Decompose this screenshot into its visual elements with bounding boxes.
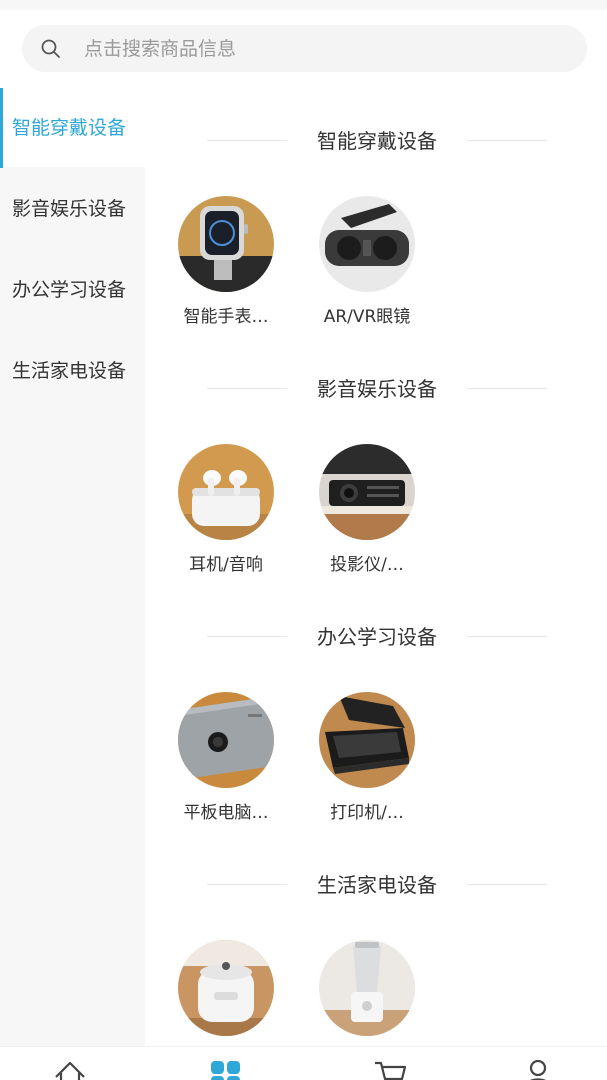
sidebar-item-label: 办公学习设备 — [12, 279, 127, 301]
sidebar-item-label: 智能穿戴设备 — [12, 117, 127, 139]
divider — [467, 388, 547, 389]
sidebar-item-wearables[interactable]: 智能穿戴设备 — [0, 86, 145, 168]
search-box[interactable] — [22, 25, 587, 72]
section-title: 智能穿戴设备 — [317, 129, 437, 153]
product-tile-tablet[interactable]: 平板电脑… — [166, 692, 286, 823]
tab-cart[interactable] — [372, 1055, 412, 1080]
divider — [467, 884, 547, 885]
search-bar — [0, 10, 607, 86]
scanner-image — [319, 692, 415, 788]
divider — [207, 884, 287, 885]
section-header: 影音娱乐设备 — [145, 368, 607, 408]
product-label: 智能手表… — [183, 307, 269, 327]
product-tile-blender[interactable] — [307, 940, 427, 1046]
search-icon — [40, 38, 62, 60]
product-tile-rice-cooker[interactable] — [166, 940, 286, 1046]
earbuds-image — [178, 444, 274, 540]
section-title: 办公学习设备 — [317, 625, 437, 649]
divider — [207, 140, 287, 141]
status-strip — [0, 0, 607, 10]
cart-icon — [375, 1061, 407, 1080]
sidebar-item-office-study[interactable]: 办公学习设备 — [0, 248, 145, 329]
section-header: 智能穿戴设备 — [145, 120, 607, 160]
smartwatch-image — [178, 196, 274, 292]
divider — [467, 636, 547, 637]
tablet-image — [178, 692, 274, 788]
user-icon — [529, 1059, 547, 1080]
sidebar-item-label: 影音娱乐设备 — [12, 198, 127, 220]
product-tile-earphones[interactable]: 耳机/音响 — [166, 444, 286, 575]
product-label: 打印机/… — [330, 803, 404, 823]
product-tile-smartwatch[interactable]: 智能手表… — [166, 196, 286, 327]
divider — [467, 140, 547, 141]
product-tile-vr-glasses[interactable]: AR/VR眼镜 — [307, 196, 427, 327]
category-content: 智能穿戴设备 智能手表… AR/VR眼镜 影音娱乐设备 耳机/音响 投影仪/… … — [145, 86, 607, 1046]
sidebar-item-home-appliances[interactable]: 生活家电设备 — [0, 329, 145, 410]
product-label: 耳机/音响 — [189, 555, 263, 575]
projector-image — [319, 444, 415, 540]
product-tile-printer[interactable]: 打印机/… — [307, 692, 427, 823]
section-title: 影音娱乐设备 — [317, 377, 437, 401]
product-label: 平板电脑… — [183, 803, 269, 823]
divider — [207, 388, 287, 389]
tab-home[interactable] — [52, 1055, 92, 1080]
tab-category[interactable] — [208, 1055, 248, 1080]
category-icon — [211, 1061, 240, 1080]
section-header: 办公学习设备 — [145, 616, 607, 656]
blender-image — [319, 940, 415, 1036]
vr-headset-image — [319, 196, 415, 292]
home-icon — [55, 1061, 85, 1080]
sidebar-item-label: 生活家电设备 — [12, 360, 127, 382]
sidebar-item-audio-video[interactable]: 影音娱乐设备 — [0, 167, 145, 248]
category-sidebar: 智能穿戴设备 影音娱乐设备 办公学习设备 生活家电设备 — [0, 86, 145, 1046]
product-label: 投影仪/… — [330, 555, 404, 575]
rice-cooker-image — [178, 940, 274, 1036]
product-tile-projector[interactable]: 投影仪/… — [307, 444, 427, 575]
section-title: 生活家电设备 — [317, 873, 437, 897]
bottom-tab-bar — [0, 1046, 607, 1080]
tab-profile[interactable] — [520, 1055, 560, 1080]
section-header: 生活家电设备 — [145, 864, 607, 904]
product-label: AR/VR眼镜 — [323, 307, 411, 327]
search-input[interactable] — [84, 28, 544, 69]
divider — [207, 636, 287, 637]
